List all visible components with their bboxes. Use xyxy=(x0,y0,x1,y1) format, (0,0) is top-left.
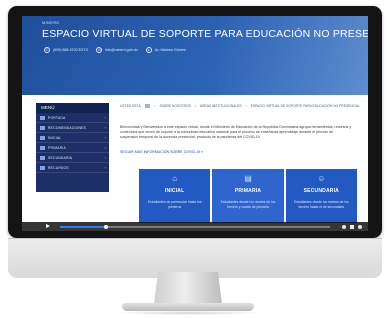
breadcrumb: USTED ESTÁ › SOBRE NOSOTROS › ÁREAS INST… xyxy=(120,104,360,108)
breadcrumb-separator: › xyxy=(194,104,196,108)
monitor-stand-base xyxy=(122,303,254,311)
email-icon: ✉ xyxy=(96,47,103,53)
chevron-right-icon: › xyxy=(104,135,106,140)
menu-bullet-icon xyxy=(40,165,45,170)
progress-handle[interactable] xyxy=(103,224,109,229)
menu-bullet-icon xyxy=(40,135,45,140)
video-controls xyxy=(22,222,368,231)
chevron-right-icon: › xyxy=(104,115,106,120)
contact-email[interactable]: ✉ info@minerd.gob.do xyxy=(96,47,138,53)
sidebar-item-recursos[interactable]: RECURSOS › xyxy=(36,163,109,173)
menu-title: MENÚ xyxy=(36,103,109,113)
book-icon: ▤ xyxy=(244,174,252,183)
monitor-screen: MINERD ESPACIO VIRTUAL DE SOPORTE PARA E… xyxy=(22,16,368,231)
fullscreen-icon[interactable] xyxy=(350,224,354,229)
sidebar-item-label: INICIAL xyxy=(48,135,62,140)
sidebar-menu: MENÚ PORTADA › RECOMENDACIONES › INICIAL… xyxy=(36,103,109,192)
contact-email-text: info@minerd.gob.do xyxy=(105,48,138,52)
sidebar-item-label: RECURSOS xyxy=(48,165,69,170)
chevron-right-icon: › xyxy=(104,125,106,130)
chevron-right-icon: › xyxy=(104,145,106,150)
settings-icon[interactable] xyxy=(342,224,346,229)
stand-shadow xyxy=(112,311,264,315)
card-description: Estudiantes de preescolar hasta los prim… xyxy=(147,200,202,209)
sidebar-item-label: SECUNDARIA xyxy=(48,155,73,160)
monitor: MINERD ESPACIO VIRTUAL DE SOPORTE PARA E… xyxy=(8,6,382,278)
page-title: ESPACIO VIRTUAL DE SOPORTE PARA EDUCACIÓ… xyxy=(42,28,368,40)
header-banner: MINERD ESPACIO VIRTUAL DE SOPORTE PARA E… xyxy=(22,16,368,95)
card-title: SECUNDARIA xyxy=(303,188,339,194)
menu-bullet-icon xyxy=(40,125,45,130)
breadcrumb-separator: › xyxy=(245,104,247,108)
sidebar-item-inicial[interactable]: INICIAL › xyxy=(36,133,109,143)
school-icon: ⌂ xyxy=(172,174,178,183)
contact-location-text: Av. Máximo Gómez xyxy=(154,48,186,52)
home-icon[interactable] xyxy=(144,104,151,108)
location-icon: ● xyxy=(145,47,152,53)
contact-phone[interactable]: ✆ (809) 688-9700 EXT.0 xyxy=(44,47,88,53)
menu-bullet-icon xyxy=(40,145,45,150)
player-icons xyxy=(342,222,362,231)
breadcrumb-link[interactable]: SOBRE NOSOTROS xyxy=(159,104,190,108)
card-primaria[interactable]: ▤ PRIMARIA Estudiantes desde los niveles… xyxy=(212,169,284,223)
sidebar-item-recomendaciones[interactable]: RECOMENDACIONES › xyxy=(36,123,109,133)
breadcrumb-prefix: USTED ESTÁ xyxy=(120,104,141,108)
sidebar-item-label: PRIMARIA xyxy=(48,145,66,150)
menu-bullet-icon xyxy=(40,115,45,120)
contact-bar: ✆ (809) 688-9700 EXT.0 ✉ info@minerd.gob… xyxy=(44,47,186,53)
students-icon: ☺ xyxy=(317,174,326,183)
card-secundaria[interactable]: ☺ SECUNDARIA Estudiantes desde los nivel… xyxy=(285,169,357,223)
phone-icon: ✆ xyxy=(44,47,50,53)
sidebar-item-label: PORTADA xyxy=(48,115,66,120)
covid-info-link[interactable]: SEGUIR MÁS INFORMACIÓN SOBRE COVID-19 » xyxy=(120,150,203,154)
chevron-right-icon: › xyxy=(104,155,106,160)
breadcrumb-current: ESPACIO VIRTUAL DE SOPORTE PARA EDUCACIÓ… xyxy=(250,104,360,108)
progress-track[interactable] xyxy=(60,224,330,229)
card-title: PRIMARIA xyxy=(234,188,262,194)
progress-fill xyxy=(60,226,106,228)
ministry-label: MINERD xyxy=(42,20,60,25)
chevron-right-icon: › xyxy=(104,165,106,170)
contact-location[interactable]: ● Av. Máximo Gómez xyxy=(145,47,186,53)
breadcrumb-link[interactable]: ÁREAS INSTITUCIONALES xyxy=(200,104,242,108)
card-title: INICIAL xyxy=(164,188,185,194)
sidebar-item-secundaria[interactable]: SECUNDARIA › xyxy=(36,153,109,163)
sidebar-item-portada[interactable]: PORTADA › xyxy=(36,113,109,123)
breadcrumb-separator: › xyxy=(154,104,156,108)
contact-phone-text: (809) 688-9700 EXT.0 xyxy=(53,48,89,52)
card-description: Estudiantes desde los niveles de los ter… xyxy=(220,200,276,209)
menu-bullet-icon xyxy=(40,155,45,160)
card-inicial[interactable]: ⌂ INICIAL Estudiantes de preescolar hast… xyxy=(139,169,211,223)
sidebar-item-label: RECOMENDACIONES xyxy=(48,125,87,130)
level-cards: ⌂ INICIAL Estudiantes de preescolar hast… xyxy=(139,169,357,223)
monitor-bezel: MINERD ESPACIO VIRTUAL DE SOPORTE PARA E… xyxy=(8,6,382,238)
monitor-stand-neck xyxy=(154,272,222,304)
play-icon[interactable] xyxy=(46,224,50,228)
volume-icon[interactable] xyxy=(358,224,362,229)
intro-text: Bienvenidas y Bienvenidos a este espacio… xyxy=(120,125,352,140)
sidebar-item-primaria[interactable]: PRIMARIA › xyxy=(36,143,109,153)
card-description: Estudiantes desde los niveles de los ter… xyxy=(293,200,349,209)
